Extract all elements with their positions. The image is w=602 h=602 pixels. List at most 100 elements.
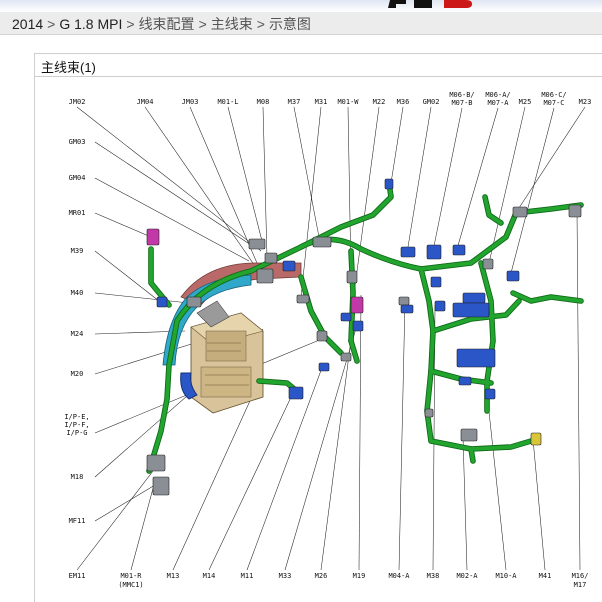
callout-label-bottom[interactable]: M02-A [456, 572, 478, 580]
callout-label-top[interactable]: M07-B [451, 99, 472, 107]
leader-line [358, 294, 362, 571]
connector-gray[interactable] [152, 476, 170, 496]
connector-blue[interactable] [400, 304, 414, 314]
callout-label-left[interactable]: M18 [71, 473, 84, 481]
connector-gray[interactable] [248, 238, 266, 250]
callout-label-bottom[interactable]: M17 [574, 581, 587, 589]
callout-label-bottom[interactable]: M26 [315, 572, 328, 580]
connector-gray[interactable] [346, 270, 358, 284]
callout-label-top[interactable]: M08 [257, 98, 270, 106]
connector-yellow[interactable] [530, 432, 542, 446]
leader-line [432, 107, 463, 252]
connector-blue[interactable] [462, 292, 486, 304]
callout-label-top[interactable]: M37 [288, 98, 301, 106]
fuse-box[interactable] [180, 300, 264, 414]
callout-label-bottom[interactable]: M14 [203, 572, 216, 580]
connector-blue[interactable] [434, 300, 446, 312]
callout-label-top[interactable]: M25 [519, 98, 532, 106]
callout-label-top[interactable]: M06-A/ [485, 91, 510, 99]
breadcrumb-year[interactable]: 2014 [12, 16, 43, 32]
callout-label-left[interactable]: I/P-G [66, 429, 87, 437]
callout-label-top[interactable]: M31 [315, 98, 328, 106]
connector-gray[interactable] [146, 454, 166, 472]
callout-label-top[interactable]: M06-C/ [541, 91, 566, 99]
callout-label-bottom[interactable]: M19 [353, 572, 366, 580]
leader-line [284, 324, 358, 571]
connector-gray[interactable] [398, 296, 410, 306]
leader-line [189, 106, 264, 278]
connector-blue[interactable] [288, 386, 304, 400]
connector-gray[interactable] [568, 204, 582, 218]
connector-blue[interactable] [352, 320, 364, 332]
connector-blue[interactable] [430, 276, 442, 288]
connector-gray[interactable] [424, 408, 434, 418]
connector-gray[interactable] [186, 296, 202, 308]
callout-label-left[interactable]: MF11 [69, 517, 86, 525]
callout-label-left[interactable]: GM04 [69, 174, 86, 182]
callout-label-top[interactable]: M07-A [487, 99, 509, 107]
callout-label-bottom[interactable]: M41 [539, 572, 552, 580]
callout-label-top[interactable]: M07-C [543, 99, 564, 107]
breadcrumb-main-harness[interactable]: 主线束 [211, 16, 253, 32]
connector-gray[interactable] [312, 236, 332, 248]
connector-gray[interactable] [460, 428, 478, 442]
connector-blue[interactable] [506, 270, 520, 282]
callout-label-bottom[interactable]: M33 [279, 572, 292, 580]
callout-label-bottom[interactable]: (MMC1) [118, 581, 143, 589]
callout-label-left[interactable]: GM03 [69, 138, 86, 146]
callout-label-top[interactable]: M06-B/ [449, 91, 474, 99]
breadcrumb-model[interactable]: G 1.8 MPI [59, 16, 122, 32]
callout-label-top[interactable]: GM02 [423, 98, 440, 106]
connector-gray[interactable] [296, 294, 310, 304]
connector-magenta[interactable] [146, 228, 160, 246]
connector-blue[interactable] [384, 178, 394, 190]
callout-label-bottom[interactable]: M01-R [120, 572, 142, 580]
connector-blue[interactable] [282, 260, 296, 272]
callout-label-left[interactable]: M20 [71, 370, 84, 378]
connector-blue[interactable] [484, 388, 496, 400]
connector-blue[interactable] [458, 376, 472, 386]
connector-gray[interactable] [316, 330, 328, 342]
callout-label-bottom[interactable]: M13 [167, 572, 180, 580]
callout-label-left[interactable]: M40 [71, 289, 84, 297]
leader-line [227, 106, 264, 246]
callout-label-left[interactable]: M39 [71, 247, 84, 255]
callout-label-bottom[interactable]: M11 [241, 572, 254, 580]
callout-label-top[interactable]: M36 [397, 98, 410, 106]
callout-label-top[interactable]: M22 [373, 98, 386, 106]
callout-label-left[interactable]: MR01 [69, 209, 86, 217]
callout-label-top[interactable]: M01-L [217, 98, 238, 106]
connector-blue[interactable] [456, 348, 496, 368]
callout-label-left[interactable]: M24 [71, 330, 84, 338]
harness-diagram[interactable]: JM02 JM04 JM03 M01-L M08 M37 M31 M01-W M22 M36 GM0… [35, 77, 602, 602]
callout-label-bottom[interactable]: M38 [427, 572, 440, 580]
connector-blue[interactable] [156, 296, 168, 308]
connector-blue[interactable] [400, 246, 416, 258]
callout-label-left[interactable]: I/P-F, [64, 421, 89, 429]
connector-blue[interactable] [426, 244, 442, 260]
callout-label-top[interactable]: M23 [579, 98, 592, 106]
connector-gray[interactable] [256, 268, 274, 284]
connector-gray[interactable] [512, 206, 528, 218]
leader-line [76, 470, 154, 571]
connector-blue[interactable] [340, 312, 352, 322]
callout-label-bottom[interactable]: M10-A [495, 572, 517, 580]
callout-label-top[interactable]: JM04 [137, 98, 154, 106]
callout-label-bottom[interactable]: M16/ [572, 572, 589, 580]
callout-label-top[interactable]: JM03 [182, 98, 199, 106]
connector-blue[interactable] [452, 302, 490, 318]
callout-label-bottom[interactable]: M04-A [388, 572, 410, 580]
callout-label-top[interactable]: M01-W [337, 98, 359, 106]
diagram-panel: 主线束(1) JM02 JM04 JM03 M01-L M08 M37 M31 … [34, 53, 602, 602]
callout-label-left[interactable]: I/P-E, [64, 413, 89, 421]
connector-gray[interactable] [340, 352, 352, 362]
connector-blue[interactable] [452, 244, 466, 256]
connector-magenta[interactable] [350, 296, 364, 314]
connector-blue[interactable] [318, 362, 330, 372]
breadcrumb-separator: > [126, 16, 135, 32]
breadcrumb-harness-config[interactable]: 线束配置 [139, 16, 195, 32]
callout-label-top[interactable]: JM02 [69, 98, 86, 106]
connector-gray[interactable] [264, 252, 278, 264]
callout-label-bottom[interactable]: EM11 [69, 572, 86, 580]
connector-gray[interactable] [482, 258, 494, 270]
